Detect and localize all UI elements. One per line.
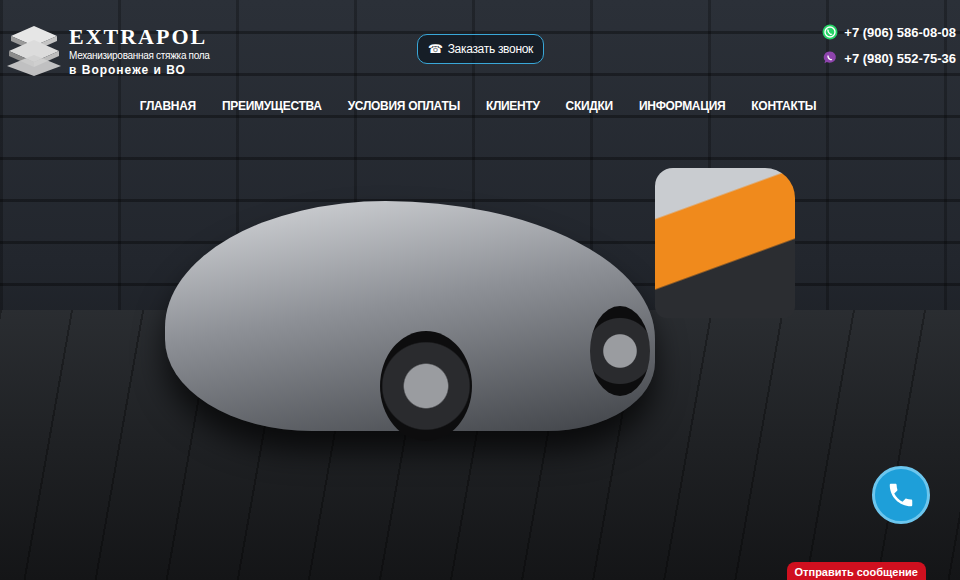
phone-icon: ☎: [428, 42, 443, 56]
phone-number[interactable]: +7 (980) 552-75-36: [822, 50, 956, 66]
stacked-slabs-icon: [5, 24, 63, 78]
nav-item[interactable]: КЛИЕНТУ: [486, 99, 540, 113]
nav-item[interactable]: ПРЕИМУЩЕСТВА: [222, 99, 322, 113]
nav-item[interactable]: КОНТАКТЫ: [751, 99, 816, 113]
phone-list: +7 (906) 586-08-08 +7 (980) 552-75-36: [544, 24, 956, 66]
callback-button[interactable]: ☎ Заказать звонок: [417, 34, 544, 64]
logo[interactable]: EXTRAPOL Механизированная стяжка пола в …: [5, 24, 417, 78]
logo-title: EXTRAPOL: [69, 25, 210, 49]
hero-photo: [0, 113, 960, 580]
main-nav: ГЛАВНАЯ ПРЕИМУЩЕСТВА УСЛОВИЯ ОПЛАТЫ КЛИЕНТУ…: [0, 78, 960, 113]
car-shape: [165, 201, 655, 431]
phone-icon: [886, 480, 916, 510]
call-button[interactable]: [872, 466, 930, 524]
nav-item[interactable]: ГЛАВНАЯ: [140, 99, 196, 113]
whatsapp-icon: [822, 24, 838, 40]
nav-item[interactable]: УСЛОВИЯ ОПЛАТЫ: [348, 99, 460, 113]
landing-page: EXTRAPOL Механизированная стяжка пола в …: [0, 0, 960, 580]
nav-item[interactable]: СКИДКИ: [566, 99, 613, 113]
send-message-tab[interactable]: Отправить сообщение: [787, 562, 926, 580]
site-header: EXTRAPOL Механизированная стяжка пола в …: [0, 0, 960, 78]
logo-subtitle: Механизированная стяжка пола: [69, 49, 210, 62]
viber-icon: [822, 50, 838, 66]
machine-shape: [655, 168, 795, 318]
logo-region: в Воронеже и ВО: [69, 62, 210, 78]
nav-item[interactable]: ИНФОРМАЦИЯ: [639, 99, 725, 113]
phone-number[interactable]: +7 (906) 586-08-08: [822, 24, 956, 40]
